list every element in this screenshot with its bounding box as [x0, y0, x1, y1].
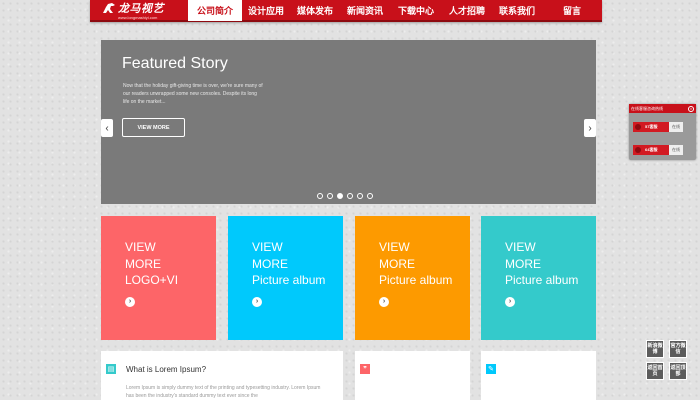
tile-line: Picture album [505, 273, 579, 287]
logo-url: www.longmashiyi.com [118, 15, 158, 20]
service-label-text: 64客服 [645, 147, 658, 152]
tile-line: MORE [505, 256, 541, 271]
qq-icon [635, 124, 641, 130]
quote-icon: ❞ [360, 364, 370, 374]
tile-line: MORE [379, 256, 415, 271]
view-more-button[interactable]: VIEW MORE [122, 118, 185, 137]
nav-item-media[interactable]: 媒体发布 [290, 0, 340, 21]
tile-line: VIEW [505, 240, 536, 254]
qq-icon [635, 147, 641, 153]
weibo-link[interactable]: 新浪微博 [646, 340, 664, 358]
card-title: What is Lorem Ipsum? [126, 365, 207, 374]
featured-slider: Featured Story Now that the holiday gift… [101, 40, 596, 204]
tile-line: Picture album [252, 273, 326, 287]
close-icon[interactable]: × [688, 105, 694, 112]
tile-line: Picture album [379, 273, 453, 287]
tile-line: LOGO+VI [125, 273, 179, 287]
service-row[interactable]: 57客服 在线 [633, 122, 683, 132]
logo[interactable]: 龙马视艺 www.longmashiyi.com [90, 0, 188, 21]
slider-dot-active[interactable] [337, 193, 343, 199]
wechat-link[interactable]: 官方微信 [669, 340, 687, 358]
tile-line: VIEW [379, 240, 410, 254]
horse-icon [103, 3, 115, 13]
chevron-right-icon[interactable]: › [379, 296, 389, 307]
document-icon: ▤ [106, 364, 116, 374]
widget-title: 在线客服咨询热线 [631, 105, 663, 111]
service-label-text: 57客服 [645, 124, 658, 129]
nav-item-design[interactable]: 设计应用 [242, 0, 290, 21]
tile-line: VIEW [125, 240, 156, 254]
slider-dot[interactable] [357, 193, 363, 199]
slider-dots [317, 193, 373, 199]
nav-item-news[interactable]: 新闻资讯 [340, 0, 390, 21]
edit-icon: ✎ [486, 364, 496, 374]
service-button[interactable]: 在线 [669, 122, 683, 132]
service-row[interactable]: 64客服 在线 [633, 145, 683, 155]
nav-item-company[interactable]: 公司简介 [188, 0, 242, 21]
logo-mark: 龙马视艺 [102, 0, 188, 16]
nav-item-contact[interactable]: 联系我们 [492, 0, 542, 21]
slider-next-button[interactable]: › [584, 119, 596, 137]
widget-header: 在线客服咨询热线 × [629, 104, 696, 113]
tile-line: MORE [125, 256, 161, 271]
slider-dot[interactable] [317, 193, 323, 199]
tile-line: MORE [252, 256, 288, 271]
top-nav: 龙马视艺 www.longmashiyi.com 公司简介 设计应用 媒体发布 … [90, 0, 602, 22]
chevron-right-icon[interactable]: › [125, 296, 135, 307]
service-label: 57客服 [633, 122, 669, 132]
slide-title: Featured Story [122, 55, 228, 72]
tile-picture-album[interactable]: VIEW MORE Picture album › [481, 216, 596, 340]
home-link[interactable]: 返回首页 [646, 362, 664, 380]
customer-service-widget: 在线客服咨询热线 × 57客服 在线 64客服 在线 [629, 104, 696, 160]
tile-line: VIEW [252, 240, 283, 254]
slider-dot[interactable] [367, 193, 373, 199]
nav-item-jobs[interactable]: 人才招聘 [442, 0, 492, 21]
tile-picture-album[interactable]: VIEW MORE Picture album › [228, 216, 343, 340]
chevron-right-icon[interactable]: › [252, 296, 262, 307]
slide-body: Now that the holiday gift-giving time is… [123, 83, 263, 105]
service-label: 64客服 [633, 145, 669, 155]
slider-prev-button[interactable]: ‹ [101, 119, 113, 137]
slider-dot[interactable] [327, 193, 333, 199]
nav-item-message[interactable]: 留言 [542, 0, 602, 21]
nav-item-download[interactable]: 下载中心 [390, 0, 442, 21]
card-text: Lorem Ipsum is simply dummy text of the … [126, 385, 321, 399]
chevron-right-icon[interactable]: › [505, 296, 515, 307]
service-button[interactable]: 在线 [669, 145, 683, 155]
top-link[interactable]: 返回顶部 [669, 362, 687, 380]
edit-card: ✎ [481, 351, 596, 400]
logo-text: 龙马视艺 [118, 3, 164, 15]
tile-logo-vi[interactable]: VIEW MORE LOGO+VI › [101, 216, 216, 340]
slider-dot[interactable] [347, 193, 353, 199]
tile-picture-album[interactable]: VIEW MORE Picture album › [355, 216, 470, 340]
info-card: ▤ What is Lorem Ipsum? Lorem Ipsum is si… [101, 351, 343, 400]
quote-card: ❞ [355, 351, 470, 400]
